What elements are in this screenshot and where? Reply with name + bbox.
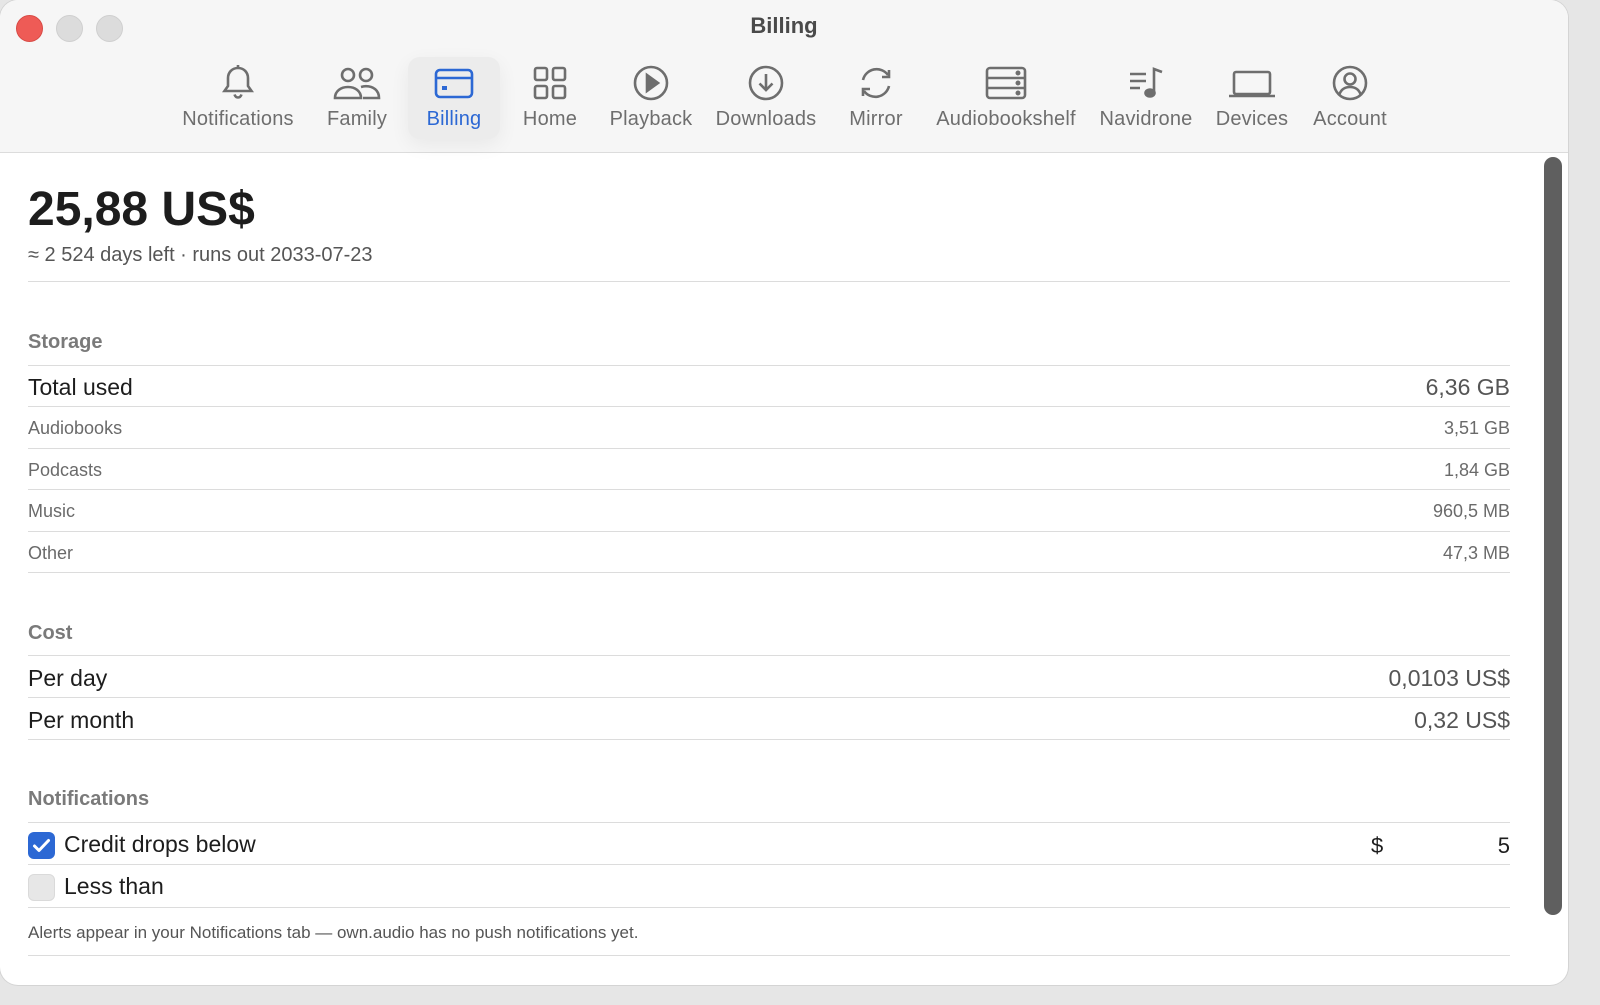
divider <box>28 448 1510 449</box>
less-than-checkbox[interactable] <box>28 874 55 901</box>
laptop-icon <box>1229 70 1275 98</box>
threshold-amount-field[interactable]: 5 <box>1498 833 1510 859</box>
notifications-heading: Notifications <box>28 788 150 810</box>
tab-label: Home <box>522 108 578 130</box>
bell-icon <box>222 65 254 99</box>
tab-downloads[interactable]: Downloads <box>710 57 822 139</box>
divider <box>28 697 1510 698</box>
cost-per-day-label: Per day <box>28 664 108 691</box>
cost-per-month-label: Per month <box>28 706 135 733</box>
balance-subtitle: ≈ 2 524 days left · runs out 2033-07-23 <box>28 244 373 266</box>
cost-per-day-value: 0,0103 US$ <box>1388 664 1510 691</box>
divider <box>28 365 1510 366</box>
preferences-toolbar: Notifications Family Billing Home Playba… <box>0 57 1568 141</box>
billing-content: 25,88 US$ ≈ 2 524 days left · runs out 2… <box>28 152 1510 985</box>
storage-total-row: Total used 6,36 GB <box>28 372 1510 402</box>
divider <box>28 864 1510 865</box>
tab-devices[interactable]: Devices <box>1210 57 1294 139</box>
sync-icon <box>861 67 891 99</box>
tab-label: Navidrone <box>1099 108 1193 130</box>
storage-item-value: 1,84 GB <box>1443 459 1510 480</box>
tab-label: Playback <box>609 108 693 130</box>
storage-row-podcasts: Podcasts 1,84 GB <box>28 458 1510 482</box>
storage-row-music: Music 960,5 MB <box>28 499 1510 523</box>
cost-per-day-row: Per day 0,0103 US$ <box>28 663 1510 693</box>
tab-label: Audiobookshelf <box>936 108 1076 130</box>
tab-label: Downloads <box>715 108 817 130</box>
divider <box>28 955 1510 956</box>
cost-per-month-row: Per month 0,32 US$ <box>28 705 1510 735</box>
download-circle-icon <box>748 65 784 101</box>
vertical-scrollbar[interactable] <box>1544 157 1562 915</box>
play-circle-icon <box>633 65 669 101</box>
tab-label: Devices <box>1215 108 1289 130</box>
grid-icon <box>533 66 567 100</box>
titlebar: Billing Notifications Family Billing Hom… <box>0 0 1568 153</box>
divider <box>28 531 1510 532</box>
tab-notifications[interactable]: Notifications <box>176 57 300 139</box>
tab-account[interactable]: Account <box>1306 57 1394 139</box>
tab-label: Family <box>326 108 388 130</box>
tab-label: Notifications <box>182 108 294 130</box>
currency-symbol: $ <box>1371 833 1384 858</box>
divider <box>28 281 1510 282</box>
user-circle-icon <box>1332 65 1368 101</box>
divider <box>28 907 1510 908</box>
tab-billing[interactable]: Billing <box>408 57 500 139</box>
divider <box>28 489 1510 490</box>
divider <box>28 822 1510 823</box>
server-icon <box>985 66 1027 100</box>
tab-label: Account <box>1313 108 1387 130</box>
credit-drops-checkbox[interactable] <box>28 832 55 859</box>
balance-amount: 25,88 US$ <box>28 183 255 236</box>
tab-label: Billing <box>426 108 482 130</box>
storage-item-value: 47,3 MB <box>1442 542 1510 563</box>
storage-item-value: 960,5 MB <box>1432 500 1510 521</box>
storage-row-audiobooks: Audiobooks 3,51 GB <box>28 416 1510 440</box>
tab-navidrone[interactable]: Navidrone <box>1096 57 1196 139</box>
billing-window: Billing Notifications Family Billing Hom… <box>0 0 1568 985</box>
divider <box>28 406 1510 407</box>
divider <box>28 655 1510 656</box>
cost-heading: Cost <box>28 622 73 644</box>
storage-total-value: 6,36 GB <box>1425 373 1510 400</box>
divider <box>28 739 1510 740</box>
people-icon <box>333 67 381 100</box>
storage-item-label: Other <box>28 542 74 563</box>
tab-home[interactable]: Home <box>514 57 586 139</box>
tab-mirror[interactable]: Mirror <box>840 57 912 139</box>
credit-drops-label: Credit drops below <box>64 831 256 857</box>
tab-label: Mirror <box>849 108 903 130</box>
divider <box>28 572 1510 573</box>
less-than-label: Less than <box>64 873 164 899</box>
window-title: Billing <box>750 13 818 38</box>
storage-row-other: Other 47,3 MB <box>28 541 1510 565</box>
cost-per-month-value: 0,32 US$ <box>1414 706 1510 733</box>
checkmark-icon <box>33 839 50 852</box>
music-list-icon <box>1130 67 1163 98</box>
storage-item-label: Audiobooks <box>28 417 123 438</box>
tab-family[interactable]: Family <box>318 57 396 139</box>
tab-audiobookshelf[interactable]: Audiobookshelf <box>930 57 1082 139</box>
storage-heading: Storage <box>28 331 103 353</box>
storage-total-label: Total used <box>28 373 133 400</box>
storage-item-label: Music <box>28 500 76 521</box>
storage-item-value: 3,51 GB <box>1443 417 1510 438</box>
tab-playback[interactable]: Playback <box>604 57 698 139</box>
storage-item-label: Podcasts <box>28 459 103 480</box>
credit-card-icon <box>434 68 474 99</box>
notifications-note: Alerts appear in your Notifications tab … <box>28 923 639 942</box>
